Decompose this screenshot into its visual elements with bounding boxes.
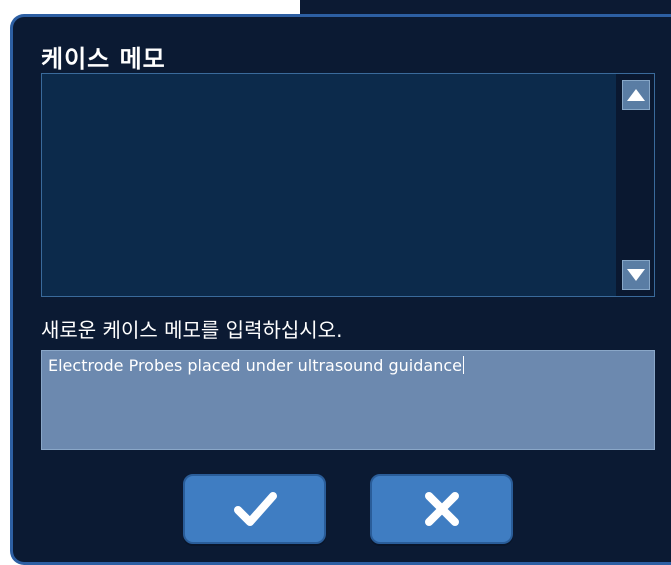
memo-input-text: Electrode Probes placed under ultrasound… (48, 356, 462, 375)
background-window (300, 0, 671, 14)
x-icon (424, 492, 459, 526)
dialog-title: 케이스 메모 (41, 45, 166, 73)
cancel-button[interactable] (370, 474, 513, 544)
text-caret (462, 356, 464, 374)
memo-input-field[interactable]: Electrode Probes placed under ultrasound… (41, 350, 655, 450)
scroll-down-button[interactable] (622, 260, 650, 290)
case-memo-dialog: 케이스 메모 새로운 케이스 메모를 입력하십시오. Electrode Pro… (10, 14, 671, 565)
case-memo-list[interactable] (41, 73, 655, 297)
arrow-up-icon (627, 89, 645, 101)
arrow-down-icon (627, 269, 645, 281)
checkmark-icon (233, 492, 277, 526)
memo-prompt: 새로운 케이스 메모를 입력하십시오. (41, 318, 343, 342)
confirm-button[interactable] (183, 474, 326, 544)
scrollbar[interactable] (616, 74, 654, 296)
scroll-up-button[interactable] (622, 80, 650, 110)
